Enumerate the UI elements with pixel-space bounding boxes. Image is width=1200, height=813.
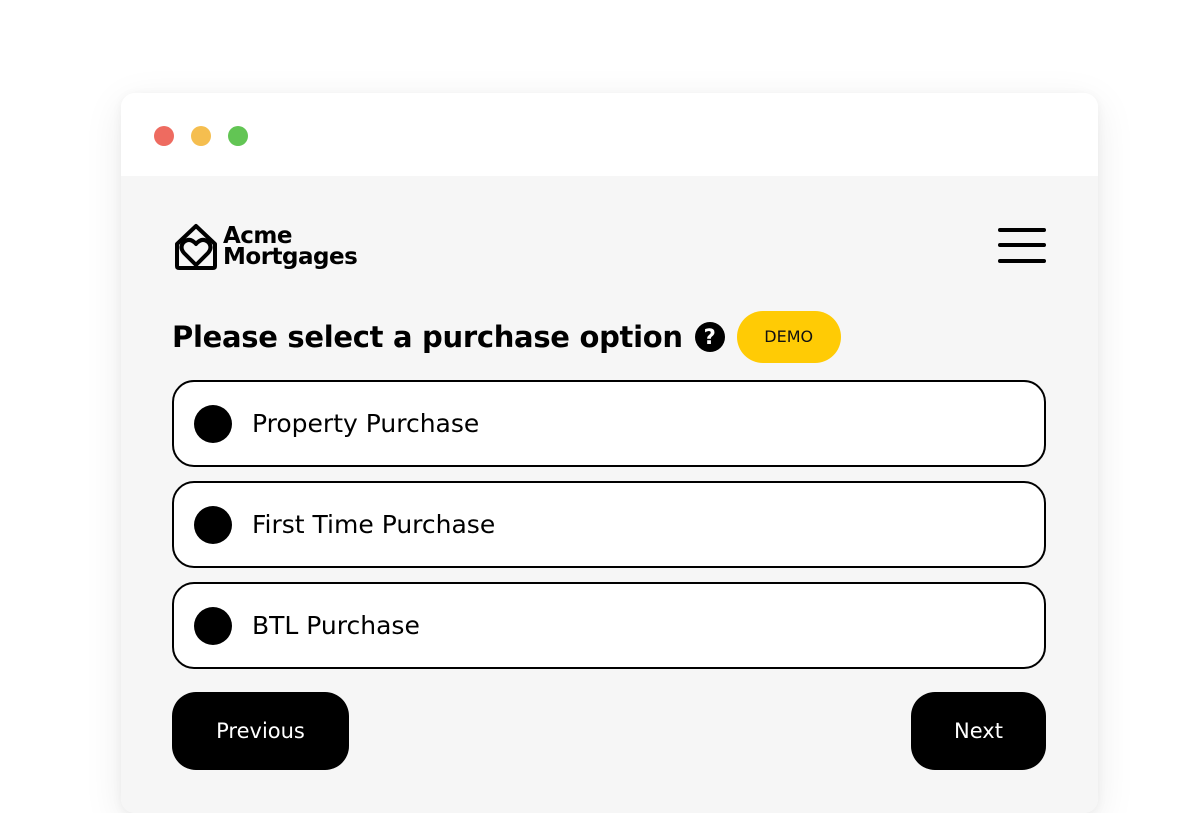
radio-icon[interactable] [194,404,232,443]
minimize-window-button[interactable] [191,126,211,146]
option-btl-purchase[interactable]: BTL Purchase [172,582,1046,669]
brand-name-line2: Mortgages [223,244,358,270]
option-label: BTL Purchase [252,611,420,640]
hamburger-menu-icon[interactable] [998,226,1046,266]
option-property-purchase[interactable]: Property Purchase [172,380,1046,467]
brand-logo[interactable]: Acme Mortgages [173,222,358,272]
option-first-time-purchase[interactable]: First Time Purchase [172,481,1046,568]
previous-button[interactable]: Previous [172,692,349,770]
window-titlebar [121,93,1098,176]
brand-name: Acme Mortgages [223,225,358,270]
menu-bar [998,228,1046,232]
house-heart-icon [175,224,217,270]
radio-icon[interactable] [194,505,232,544]
help-icon[interactable]: ? [694,322,725,352]
menu-bar [998,243,1046,247]
question-header: Please select a purchase option ? DEMO [172,311,841,363]
option-label: Property Purchase [252,409,480,438]
question-title: Please select a purchase option [172,320,683,354]
browser-window: Acme Mortgages Please select a purchase … [121,93,1098,813]
radio-icon[interactable] [194,606,232,645]
option-label: First Time Purchase [252,510,496,539]
next-button[interactable]: Next [911,692,1046,770]
app-content: Acme Mortgages Please select a purchase … [121,176,1098,813]
menu-bar [998,259,1046,263]
demo-badge: DEMO [736,311,841,363]
maximize-window-button[interactable] [228,126,248,146]
purchase-options: Property Purchase First Time Purchase BT… [172,380,1046,683]
close-window-button[interactable] [154,126,174,146]
